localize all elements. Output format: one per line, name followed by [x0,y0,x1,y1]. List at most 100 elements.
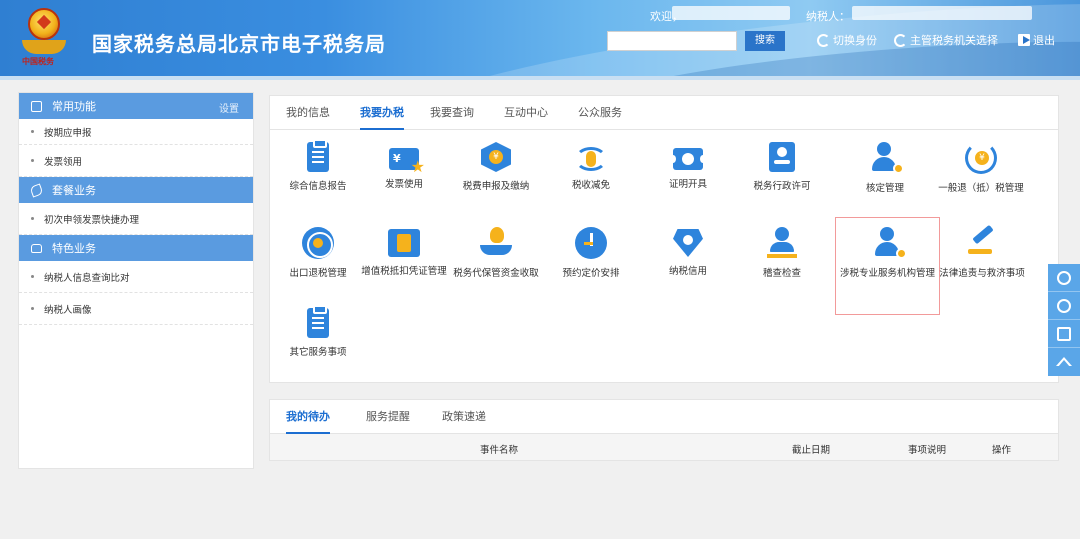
column-event-name: 事件名称 [480,445,519,456]
service-label: 税收减免 [571,180,610,191]
grid-icon [31,100,42,112]
service-export-refund[interactable]: 出口退税管理 [268,227,368,280]
service-label: 税务行政许可 [753,181,811,192]
sidebar-section-special: 特色业务 [19,235,253,261]
tab-query[interactable]: 我要查询 [430,96,474,130]
sidebar-item-label: 按期应申报 [44,127,92,139]
help-button[interactable] [1048,292,1080,320]
tab-handle-tax[interactable]: 我要办税 [360,96,404,130]
service-inspection[interactable]: 稽查检查 [732,227,832,280]
services-panel: 我的信息 我要办税 我要查询 互动中心 公众服务 综合信息报告 ¥ ★ 发票使用 … [269,95,1059,383]
tab-public-service[interactable]: 公众服务 [578,96,622,130]
chat-icon [1057,271,1071,285]
service-legal-remedy[interactable]: 法律追责与救济事项 [934,227,1030,280]
site-title: 国家税务总局北京市电子税务局 [92,32,386,56]
service-label: 预约定价安排 [562,268,620,279]
service-tax-declaration[interactable]: ¥ 税费申报及缴纳 [446,142,546,193]
bullet-icon [31,307,34,310]
sidebar-section-title: 常用功能 [52,100,96,113]
tax-relief-coins-icon [575,147,607,171]
agency-person-gear-icon [873,227,907,259]
bullet-icon [31,159,34,162]
service-label: 税费申报及缴纳 [462,181,530,192]
sidebar-item-taxpayer-info-compare[interactable]: 纳税人信息查询比对 [19,261,253,293]
message-button[interactable] [1048,320,1080,348]
tab-service-reminder[interactable]: 服务提醒 [366,400,410,434]
service-label: 纳税信用 [668,266,707,277]
vat-voucher-icon [388,229,420,257]
floating-toolbar [1048,264,1080,376]
service-label: 综合信息报告 [289,181,347,192]
column-description: 事项说明 [908,445,947,456]
service-label: 涉税专业服务机构管理 [839,268,935,279]
person-gear-icon [870,142,904,174]
service-comprehensive-report[interactable]: 综合信息报告 [268,139,368,193]
sidebar-item-invoice-collection[interactable]: 发票领用 [19,145,253,177]
service-label: 发票使用 [384,179,423,190]
service-label: 增值税抵扣凭证管理 [361,266,447,277]
export-globe-icon [302,227,334,259]
service-admin-license[interactable]: 税务行政许可 [732,142,832,193]
search-button[interactable]: 搜索 [745,31,785,51]
service-label: 法律追责与救济事项 [939,268,1025,279]
service-label: 出口退税管理 [289,268,347,279]
back-to-top-icon [1056,357,1072,367]
switch-identity-link[interactable]: 切换身份 [817,32,877,48]
refresh-icon [894,33,907,47]
sidebar-item-label: 发票领用 [44,156,83,168]
other-document-icon [307,305,329,338]
pricing-dial-icon [575,227,607,259]
tax-declaration-icon: ¥ [481,142,511,172]
service-custody-funds[interactable]: 税务代保管资金收取 [446,227,546,280]
back-to-top-button[interactable] [1048,348,1080,376]
taxpayer-label: 纳税人： [806,10,850,23]
service-vat-voucher[interactable]: 增值税抵扣凭证管理 [354,227,454,278]
sidebar-item-label: 纳税人信息查询比对 [44,272,130,284]
license-badge-icon [769,142,795,172]
logout-link[interactable]: 退出 [1018,32,1055,48]
credit-shield-icon [673,229,703,257]
online-chat-button[interactable] [1048,264,1080,292]
tab-interaction-center[interactable]: 互动中心 [504,96,548,130]
tab-my-todo[interactable]: 我的待办 [286,400,330,434]
inspection-person-icon [767,227,797,259]
service-professional-agency-mgmt[interactable]: 涉税专业服务机构管理 [835,217,940,315]
gavel-icon [966,227,998,259]
service-advance-pricing[interactable]: 预约定价安排 [541,227,641,280]
report-document-icon [307,139,329,172]
masked-taxpayer-name [852,6,1032,20]
masked-username [672,6,790,20]
refresh-icon [817,33,830,47]
help-icon [1057,299,1071,313]
service-certificate[interactable]: 证明开具 [638,142,738,191]
sidebar-settings-link[interactable]: 设置 [219,100,239,115]
sidebar-item-periodic-declaration[interactable]: 按期应申报 [19,119,253,145]
search-input[interactable] [607,31,737,51]
tax-emblem-logo: 中国税务 [16,8,72,68]
logout-icon [1018,34,1030,46]
money-bag-hand-icon [480,227,512,259]
todo-panel: 我的待办 服务提醒 政策速递 事件名称 截止日期 事项说明 操作 [269,399,1059,461]
bullet-icon [31,130,34,133]
service-label: 其它服务事项 [289,347,347,358]
service-invoice-use[interactable]: ¥ ★ 发票使用 [354,142,454,191]
sidebar-item-first-invoice[interactable]: 初次申领发票快捷办理 [19,203,253,235]
todo-tabs: 我的待办 服务提醒 政策速递 [270,400,1058,434]
leaf-icon [29,182,44,198]
service-other[interactable]: 其它服务事项 [268,305,368,359]
site-header: 中国税务 国家税务总局北京市电子税务局 欢迎， 纳税人： 搜索 切换身份 主管税… [0,0,1080,80]
main-tabs: 我的信息 我要办税 我要查询 互动中心 公众服务 [270,96,1058,130]
sidebar-section-common: 常用功能 设置 [19,93,253,119]
tab-policy-express[interactable]: 政策速递 [442,400,486,434]
service-general-refund[interactable]: ¥ 一般退（抵）税管理 [930,142,1032,195]
tab-my-info[interactable]: 我的信息 [286,96,330,130]
service-assessment-mgmt[interactable]: 核定管理 [835,142,935,195]
sidebar-item-taxpayer-profile[interactable]: 纳税人画像 [19,293,253,325]
bullet-icon [31,217,34,220]
logout-label: 退出 [1033,34,1055,47]
service-tax-credit[interactable]: 纳税信用 [638,227,738,278]
tax-office-select-link[interactable]: 主管税务机关选择 [894,32,998,48]
service-label: 税务代保管资金收取 [453,268,539,279]
service-tax-relief[interactable]: 税收减免 [541,142,641,192]
certificate-icon [670,148,706,170]
